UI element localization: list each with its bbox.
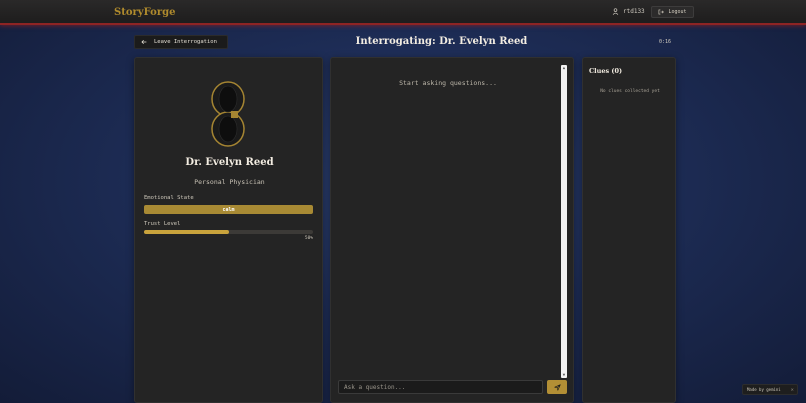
clues-title: Clues (0)	[589, 67, 623, 75]
send-button[interactable]	[547, 380, 567, 394]
scroll-down-arrow-icon[interactable]: ▼	[561, 372, 567, 378]
top-bar: StoryForge rtd133 Logout	[0, 0, 806, 25]
clues-empty-message: No clues collected yet	[600, 89, 660, 94]
trust-level-bar	[144, 230, 313, 234]
logout-label: Logout	[668, 9, 687, 15]
clues-panel: Clues (0) No clues collected yet	[582, 57, 676, 403]
made-with-badge[interactable]: Made by gemini ✕	[742, 384, 798, 395]
logout-button[interactable]: Logout	[651, 6, 694, 18]
send-icon	[553, 383, 561, 391]
question-input[interactable]	[338, 380, 543, 394]
suspect-name: Dr. Evelyn Reed	[185, 157, 274, 168]
timer: 0:16	[659, 39, 672, 45]
page-title: Interrogating: Dr. Evelyn Reed	[355, 36, 528, 47]
emotional-state-label: Emotional State	[144, 195, 194, 201]
user-icon	[612, 8, 619, 15]
trust-level-label: Trust Level	[144, 221, 181, 227]
close-icon[interactable]: ✕	[791, 387, 794, 393]
chat-empty-message: Start asking questions...	[399, 79, 497, 87]
user-info: rtd133	[612, 8, 645, 15]
scroll-up-arrow-icon[interactable]: ▲	[561, 65, 567, 71]
chat-scrollbar[interactable]: ▲ ▼	[561, 65, 567, 378]
chat-panel: Start asking questions... ▲ ▼	[330, 57, 574, 403]
trust-level-percent: 50%	[304, 236, 313, 241]
brand-logo[interactable]: StoryForge	[114, 7, 175, 18]
suspect-panel: Dr. Evelyn Reed Personal Physician Emoti…	[134, 57, 323, 403]
emotional-state-badge: calm	[144, 205, 313, 214]
suspect-role: Personal Physician	[194, 178, 265, 186]
logout-icon	[659, 9, 665, 15]
made-with-label: Made by gemini	[747, 387, 781, 392]
suspect-portrait	[211, 81, 245, 147]
leave-interrogation-button[interactable]: Leave Interrogation	[134, 35, 228, 49]
trust-level-fill	[144, 230, 229, 234]
leave-label: Leave Interrogation	[154, 39, 217, 45]
arrow-left-icon	[141, 39, 147, 45]
username: rtd133	[623, 8, 645, 15]
